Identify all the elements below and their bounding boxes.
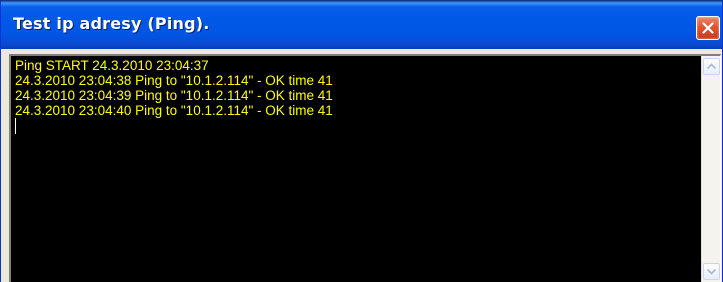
- close-x-icon: [702, 22, 714, 34]
- log-line: Ping START 24.3.2010 23:04:37: [15, 58, 209, 73]
- console-frame: Ping START 24.3.2010 23:04:37 24.3.2010 …: [9, 54, 721, 282]
- scroll-down-arrow-icon: [707, 268, 716, 275]
- log-line: 24.3.2010 23:04:38 Ping to "10.1.2.114" …: [15, 73, 333, 88]
- cursor-line: [15, 118, 697, 134]
- ping-window: Test ip adresy (Ping). Ping START 24.3.2…: [0, 0, 723, 282]
- scroll-up-button[interactable]: [703, 58, 720, 75]
- scroll-down-button[interactable]: [703, 263, 720, 280]
- title-bar[interactable]: Test ip adresy (Ping).: [1, 0, 722, 49]
- text-caret: [15, 118, 16, 134]
- log-line: 24.3.2010 23:04:39 Ping to "10.1.2.114" …: [15, 88, 333, 103]
- window-title: Test ip adresy (Ping).: [13, 14, 210, 33]
- ping-log-output[interactable]: Ping START 24.3.2010 23:04:37 24.3.2010 …: [11, 56, 701, 282]
- scroll-up-arrow-icon: [707, 63, 716, 70]
- vertical-scrollbar[interactable]: [701, 56, 720, 282]
- close-button[interactable]: [696, 16, 720, 40]
- log-line: 24.3.2010 23:04:40 Ping to "10.1.2.114" …: [15, 103, 333, 118]
